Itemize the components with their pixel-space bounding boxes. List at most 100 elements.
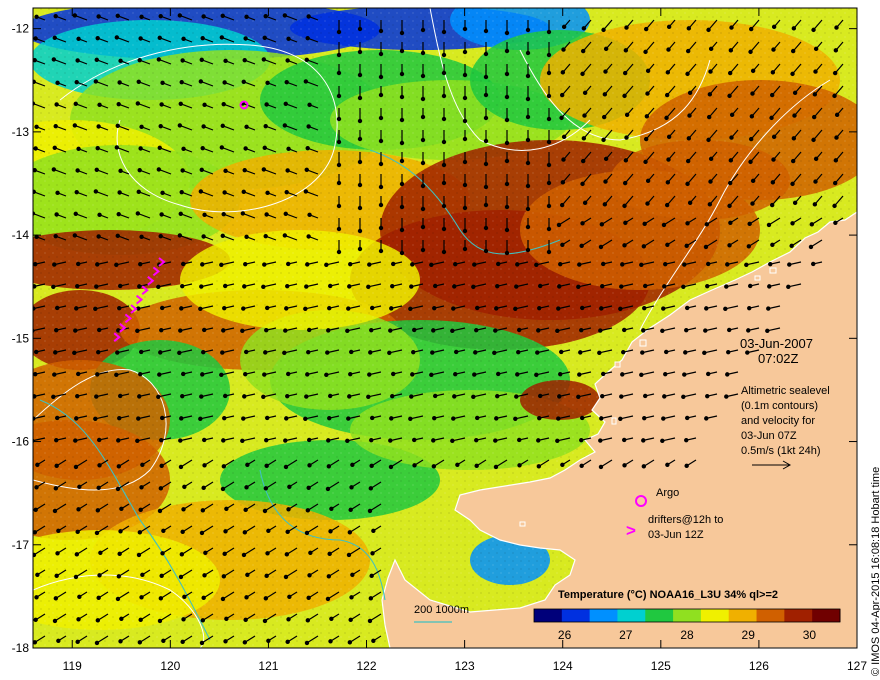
arrow-head: [577, 372, 582, 377]
arrow-head: [661, 416, 666, 421]
arrow-head: [495, 283, 500, 289]
arrow-head: [72, 13, 78, 18]
arrow-head: [559, 92, 565, 98]
arrow-head: [95, 372, 100, 377]
arrow-head: [597, 350, 602, 356]
arrow-head: [346, 416, 351, 421]
arrow-head: [181, 146, 186, 152]
arrow-head: [496, 371, 501, 377]
arrow-head: [556, 306, 561, 311]
arrow-head: [558, 371, 563, 377]
arrow-head: [56, 638, 61, 643]
arrow-head: [770, 242, 775, 247]
arrow-head: [96, 595, 101, 601]
arrow-head: [371, 638, 376, 643]
arrow-head: [792, 90, 798, 96]
arrow-head: [262, 262, 267, 267]
arrow-head: [515, 262, 520, 267]
arrow-head: [328, 639, 333, 644]
drifters-line: drifters@12h to: [648, 514, 724, 526]
arrow-head: [462, 159, 468, 165]
arrow-head: [179, 189, 184, 195]
arrow-head: [114, 35, 120, 40]
arrow-head: [580, 221, 585, 226]
arrow-head: [453, 261, 458, 267]
altimetry-line: (0.1m contours): [741, 400, 819, 412]
arrow-head: [179, 416, 184, 421]
arrow-head: [53, 486, 59, 491]
colorbar-swatch: [589, 609, 618, 622]
arrow-head: [749, 114, 755, 119]
arrow-head: [156, 394, 161, 400]
arrow-head: [54, 437, 59, 443]
arrow-head: [703, 244, 709, 250]
arrow-head: [623, 220, 628, 225]
arrow-head: [410, 262, 415, 267]
arrow-head: [115, 350, 120, 355]
arrow-head: [286, 36, 291, 42]
arrow-head: [159, 463, 164, 469]
arrow-head: [441, 70, 447, 76]
arrow-head: [492, 350, 497, 356]
arrow-head: [685, 181, 690, 187]
lon-tick-label: 126: [749, 659, 769, 673]
arrow-head: [182, 594, 187, 599]
arrow-head: [770, 180, 776, 185]
lon-tick-label: 125: [651, 659, 671, 673]
arrow-head: [346, 306, 351, 311]
arrow-head: [496, 261, 501, 267]
arrow-head: [561, 157, 566, 162]
arrow-head: [618, 416, 623, 422]
arrow-head: [536, 438, 541, 443]
arrow-head: [286, 146, 291, 152]
arrow-head: [305, 372, 310, 377]
arrow-head: [336, 139, 342, 145]
arrow-head: [158, 233, 163, 239]
arrow-head: [264, 437, 269, 443]
arrow-head: [265, 305, 270, 311]
arrow-head: [462, 246, 468, 252]
drifter-legend-icon: >: [626, 521, 636, 540]
arrow-head: [326, 328, 331, 333]
arrow-head: [347, 640, 353, 645]
arrow-head: [117, 551, 122, 557]
arrow-head: [202, 573, 207, 578]
arrow-head: [33, 146, 38, 151]
arrow-head: [483, 225, 489, 231]
arrow-head: [75, 639, 80, 645]
arrow-head: [349, 595, 354, 600]
arrow-head: [525, 114, 531, 120]
arrow-head: [643, 26, 649, 32]
arrow-head: [546, 139, 552, 145]
arrow-head: [504, 250, 510, 256]
arrow-head: [682, 262, 687, 267]
arrow-head: [284, 189, 289, 195]
arrow-head: [357, 118, 363, 124]
arrow-head: [454, 349, 459, 355]
arrow-head: [493, 328, 498, 333]
arrow-head: [116, 101, 121, 107]
arrow-head: [178, 211, 183, 216]
arrow-head: [724, 394, 729, 399]
arrow-head: [93, 189, 99, 194]
arrow-head: [177, 13, 183, 18]
arrow-head: [135, 211, 141, 216]
arrow-head: [643, 49, 648, 55]
arrow-head: [243, 146, 248, 151]
arrow-head: [179, 306, 184, 311]
arrow-head: [431, 464, 437, 469]
credit-text: © IMOS 04-Apr-2015 16:08:18 Hobart time: [870, 466, 880, 676]
arrow-head: [576, 284, 581, 290]
arrow-head: [303, 79, 309, 84]
arrow-head: [808, 244, 814, 250]
arrow-head: [328, 529, 333, 534]
arrow-head: [367, 372, 372, 377]
arrow-head: [538, 283, 543, 289]
arrow-head: [220, 350, 225, 355]
arrow-head: [834, 135, 839, 140]
arrow-head: [200, 508, 206, 513]
arrow-head: [687, 200, 693, 206]
arrow-head: [223, 168, 228, 174]
arrow-head: [559, 115, 564, 121]
arrow-head: [282, 350, 287, 356]
